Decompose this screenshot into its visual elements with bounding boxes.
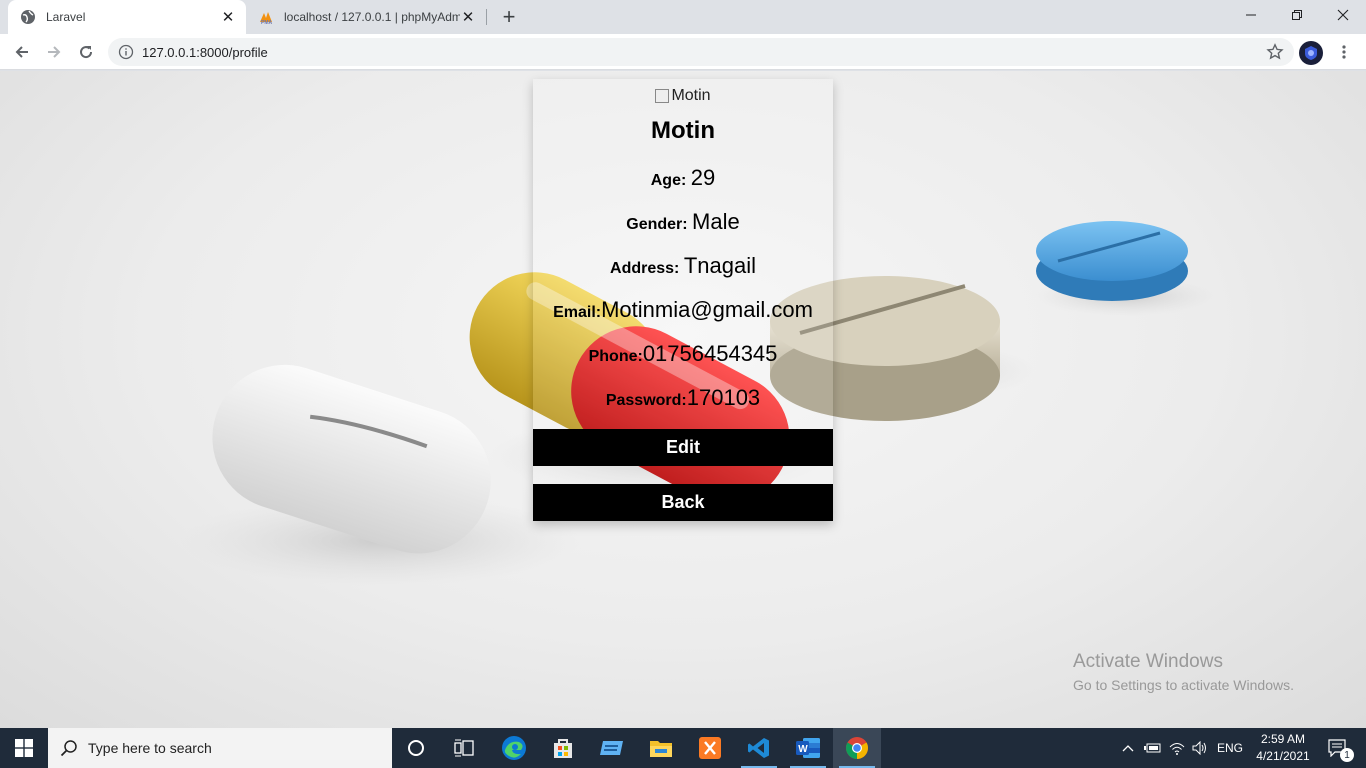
- email-row: Email:Motinmia@gmail.com: [533, 297, 833, 323]
- profile-card: Motin Motin Age: 29 Gender: Male Address…: [533, 79, 833, 521]
- kebab-menu-icon: [1342, 45, 1346, 59]
- close-tab-icon[interactable]: ✕: [220, 9, 236, 26]
- forward-nav-button[interactable]: [40, 38, 68, 66]
- bookmark-star-icon[interactable]: [1266, 43, 1284, 61]
- arrow-right-icon: [48, 46, 61, 58]
- phone-row: Phone:01756454345: [533, 341, 833, 367]
- onscreen-keyboard-icon[interactable]: [588, 728, 636, 768]
- restore-button[interactable]: [1274, 0, 1320, 30]
- url-text: 127.0.0.1:8000/profile: [142, 44, 268, 60]
- address-value: Tnagail: [683, 253, 756, 278]
- gender-label: Gender:: [626, 216, 688, 233]
- search-placeholder: Type here to search: [88, 740, 212, 756]
- vscode-icon[interactable]: [735, 728, 783, 768]
- search-icon: [60, 740, 77, 757]
- xampp-icon[interactable]: [686, 728, 734, 768]
- back-button[interactable]: Back: [533, 484, 833, 521]
- arrow-left-icon: [15, 46, 28, 58]
- file-explorer-icon[interactable]: [637, 728, 685, 768]
- age-value: 29: [690, 165, 716, 190]
- phone-label: Phone:: [588, 348, 643, 365]
- taskbar-search-box[interactable]: Type here to search: [48, 728, 392, 768]
- address-row: Address: Tnagail: [533, 253, 833, 279]
- profile-photo-alt: Motin: [671, 87, 711, 104]
- gender-value: Male: [692, 209, 740, 234]
- close-tab-icon[interactable]: ✕: [460, 9, 476, 26]
- avatar-icon: [1305, 46, 1317, 60]
- page-viewport: Motin Motin Age: 29 Gender: Male Address…: [0, 71, 1366, 728]
- profile-name: Motin: [651, 117, 715, 144]
- info-icon[interactable]: [118, 44, 134, 60]
- new-tab-button[interactable]: +: [496, 4, 522, 30]
- address-label: Address:: [610, 260, 680, 277]
- edit-button[interactable]: Edit: [533, 429, 833, 466]
- password-label: Password:: [605, 392, 687, 409]
- watermark-title: Activate Windows: [1073, 651, 1223, 672]
- back-nav-button[interactable]: [8, 38, 36, 66]
- word-icon[interactable]: W: [784, 728, 832, 768]
- svg-text:W: W: [798, 744, 808, 755]
- clock-time: 2:59 AM: [1260, 732, 1306, 746]
- show-hidden-icons-button[interactable]: [1118, 728, 1138, 768]
- broken-image-icon: [655, 89, 670, 103]
- phone-value: 01756454345: [642, 341, 778, 366]
- minimize-button[interactable]: [1228, 0, 1274, 30]
- tab-phpmyadmin[interactable]: PMA localhost / 127.0.0.1 | phpMyAdm ✕: [248, 0, 486, 34]
- gender-row: Gender: Male: [533, 209, 833, 235]
- start-button[interactable]: [0, 728, 48, 768]
- battery-icon[interactable]: [1142, 728, 1164, 768]
- store-icon[interactable]: [539, 728, 587, 768]
- tab-title: Laravel: [46, 10, 86, 24]
- browser-menu-button[interactable]: [1332, 40, 1356, 64]
- password-value: 170103: [686, 385, 761, 410]
- tab-laravel[interactable]: Laravel ✕: [8, 0, 246, 34]
- taskbar-clock[interactable]: 2:59 AM 4/21/2021: [1246, 731, 1320, 765]
- svg-text:PMA: PMA: [261, 20, 273, 25]
- age-row: Age: 29: [533, 165, 833, 191]
- windows-taskbar: Type here to search W ENG 2:59 AM 4/21/2…: [0, 728, 1366, 768]
- email-label: Email:: [553, 304, 602, 321]
- age-label: Age:: [650, 172, 687, 189]
- language-indicator[interactable]: ENG: [1212, 728, 1248, 768]
- chevron-up-icon: [1122, 745, 1134, 752]
- phpmyadmin-icon: PMA: [258, 9, 274, 25]
- close-window-button[interactable]: [1320, 0, 1366, 30]
- profile-avatar-button[interactable]: [1299, 41, 1323, 65]
- volume-icon[interactable]: [1189, 728, 1211, 768]
- edge-icon[interactable]: [490, 728, 538, 768]
- password-row: Password:170103: [533, 385, 833, 411]
- cortana-icon[interactable]: [392, 728, 440, 768]
- tab-separator: [486, 9, 487, 25]
- chrome-icon[interactable]: [833, 728, 881, 768]
- address-bar[interactable]: 127.0.0.1:8000/profile: [108, 38, 1294, 66]
- wifi-icon[interactable]: [1166, 728, 1188, 768]
- windows-logo-icon: [15, 739, 33, 757]
- profile-photo: Motin: [533, 87, 833, 105]
- notification-badge: 1: [1340, 748, 1354, 762]
- reload-icon: [80, 46, 93, 59]
- globe-icon: [20, 9, 36, 25]
- browser-tab-strip: Laravel ✕ PMA localhost / 127.0.0.1 | ph…: [0, 0, 1366, 34]
- browser-toolbar: 127.0.0.1:8000/profile: [0, 34, 1366, 70]
- reload-button[interactable]: [72, 38, 100, 66]
- email-value: Motinmia@gmail.com: [601, 297, 813, 322]
- clock-date: 4/21/2021: [1256, 749, 1310, 763]
- action-center-button[interactable]: 1: [1318, 728, 1358, 768]
- task-view-icon[interactable]: [440, 728, 488, 768]
- watermark-subtitle: Go to Settings to activate Windows.: [1073, 677, 1294, 693]
- activate-windows-watermark: Activate Windows Go to Settings to activ…: [1073, 651, 1294, 693]
- tab-title: localhost / 127.0.0.1 | phpMyAdm: [284, 10, 460, 24]
